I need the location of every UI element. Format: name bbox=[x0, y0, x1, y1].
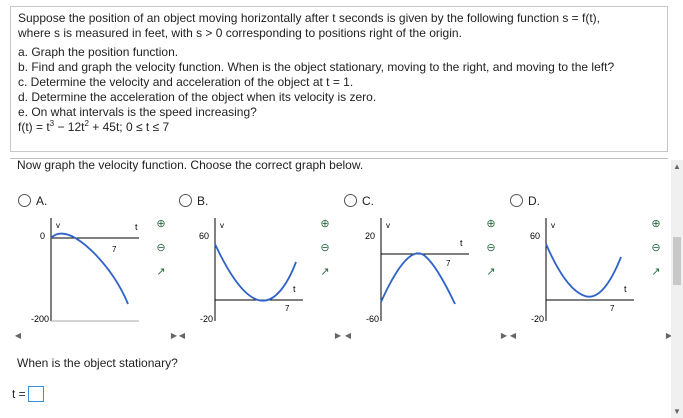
graph-a-tools: ⊕ ⊖ ↗ bbox=[153, 216, 171, 288]
vertical-scrollbar[interactable]: ▲ ▼ bbox=[671, 160, 683, 418]
radio-b[interactable] bbox=[179, 194, 192, 207]
svg-text:t: t bbox=[135, 222, 138, 232]
zoom-out-icon[interactable]: ⊖ bbox=[483, 240, 499, 256]
svg-text:v: v bbox=[386, 221, 390, 230]
svg-text:7: 7 bbox=[446, 259, 451, 268]
answer-input[interactable] bbox=[27, 386, 44, 402]
svg-text:20: 20 bbox=[365, 231, 375, 241]
answer-row: t = bbox=[12, 386, 44, 402]
scrollbar-thumb[interactable] bbox=[673, 237, 681, 285]
graph-b-tools: ⊕ ⊖ ↗ bbox=[317, 216, 335, 288]
scroll-up-icon[interactable]: ▲ bbox=[673, 162, 681, 171]
problem-intro-line-2: where s is measured in feet, with s > 0 … bbox=[18, 26, 462, 40]
option-d-label: D. bbox=[528, 194, 540, 208]
option-a-label: A. bbox=[36, 194, 48, 208]
svg-text:v: v bbox=[220, 221, 224, 230]
svg-text:t: t bbox=[293, 284, 296, 294]
problem-statement: Suppose the position of an object moving… bbox=[10, 6, 668, 152]
svg-text:v: v bbox=[551, 221, 555, 230]
option-b[interactable]: B. bbox=[179, 194, 208, 208]
svg-text:7: 7 bbox=[610, 304, 615, 313]
graph-c: 20 -60 t 7 v ⊕ ⊖ ↗ ◀ ▶ bbox=[343, 212, 509, 340]
svg-text:-20: -20 bbox=[531, 314, 544, 324]
part-c: c. Determine the velocity and accelerati… bbox=[18, 75, 354, 89]
graph-d: 60 -20 t 7 v ⊕ ⊖ ↗ ◀ ▶ bbox=[508, 212, 674, 340]
svg-text:7: 7 bbox=[112, 245, 117, 254]
part-a: a. Graph the position function. bbox=[18, 45, 179, 59]
option-a[interactable]: A. bbox=[18, 194, 47, 208]
graph-c-plot: 20 -60 t 7 v bbox=[365, 218, 469, 324]
svg-text:-20: -20 bbox=[200, 314, 213, 324]
svg-text:t: t bbox=[624, 284, 627, 294]
zoom-in-icon[interactable]: ⊕ bbox=[153, 216, 169, 232]
zoom-out-icon[interactable]: ⊖ bbox=[648, 240, 664, 256]
zoom-out-icon[interactable]: ⊖ bbox=[153, 240, 169, 256]
scroll-right-icon[interactable]: ▶ bbox=[333, 331, 343, 340]
external-link-icon[interactable]: ↗ bbox=[483, 264, 499, 280]
option-c-label: C. bbox=[362, 194, 374, 208]
graph-prompt: Now graph the velocity function. Choose … bbox=[17, 158, 364, 172]
zoom-in-icon[interactable]: ⊕ bbox=[317, 216, 333, 232]
stationary-question: When is the object stationary? bbox=[17, 356, 178, 370]
graph-b-plot: 60 -20 t 7 v bbox=[199, 218, 303, 324]
scroll-down-icon[interactable]: ▼ bbox=[673, 407, 681, 416]
svg-text:-60: -60 bbox=[366, 314, 379, 324]
graph-d-tools: ⊕ ⊖ ↗ bbox=[648, 216, 666, 288]
graph-d-plot: 60 -20 t 7 v bbox=[530, 218, 634, 324]
svg-text:7: 7 bbox=[285, 304, 290, 313]
problem-intro-line-1: Suppose the position of an object moving… bbox=[18, 11, 600, 25]
position-function: f(t) = t3 − 12t2 + 45t; 0 ≤ t ≤ 7 bbox=[18, 119, 170, 135]
graph-a: 0 -200 t 7 v ⊕ ⊖ ↗ ◀ ▶ bbox=[13, 212, 179, 340]
svg-text:v: v bbox=[56, 221, 60, 230]
part-d: d. Determine the acceleration of the obj… bbox=[18, 90, 377, 104]
graph-c-tools: ⊕ ⊖ ↗ bbox=[483, 216, 501, 288]
svg-text:0: 0 bbox=[40, 231, 45, 241]
scroll-left-icon[interactable]: ◀ bbox=[508, 331, 518, 340]
scroll-left-icon[interactable]: ◀ bbox=[13, 331, 23, 340]
part-e: e. On what intervals is the speed increa… bbox=[18, 105, 257, 119]
svg-text:60: 60 bbox=[199, 231, 209, 241]
graph-b: 60 -20 t 7 v ⊕ ⊖ ↗ ◀ ▶ bbox=[177, 212, 343, 340]
graph-a-plot: 0 -200 t 7 v bbox=[31, 218, 139, 324]
svg-text:-200: -200 bbox=[31, 314, 49, 324]
option-b-label: B. bbox=[197, 194, 209, 208]
answer-label: t = bbox=[12, 387, 26, 401]
zoom-out-icon[interactable]: ⊖ bbox=[317, 240, 333, 256]
part-b: b. Find and graph the velocity function.… bbox=[18, 60, 615, 74]
scroll-left-icon[interactable]: ◀ bbox=[177, 331, 187, 340]
zoom-in-icon[interactable]: ⊕ bbox=[648, 216, 664, 232]
option-d[interactable]: D. bbox=[510, 194, 540, 208]
svg-text:60: 60 bbox=[530, 231, 540, 241]
svg-text:t: t bbox=[460, 238, 463, 248]
external-link-icon[interactable]: ↗ bbox=[153, 264, 169, 280]
scroll-left-icon[interactable]: ◀ bbox=[343, 331, 353, 340]
radio-c[interactable] bbox=[344, 194, 357, 207]
external-link-icon[interactable]: ↗ bbox=[317, 264, 333, 280]
zoom-in-icon[interactable]: ⊕ bbox=[483, 216, 499, 232]
external-link-icon[interactable]: ↗ bbox=[648, 264, 664, 280]
radio-d[interactable] bbox=[510, 194, 523, 207]
radio-a[interactable] bbox=[18, 194, 31, 207]
problem-parts: a. Graph the position function. b. Find … bbox=[18, 45, 660, 120]
option-c[interactable]: C. bbox=[344, 194, 374, 208]
